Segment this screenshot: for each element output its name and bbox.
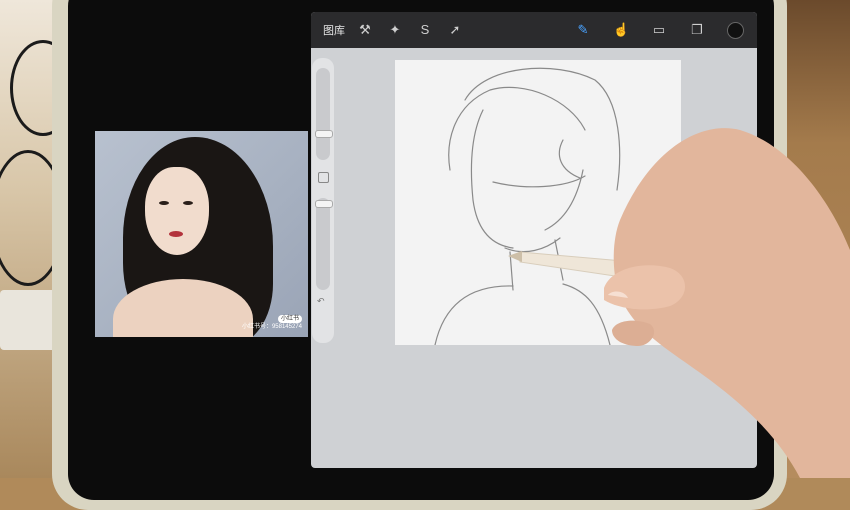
modify-button[interactable] [318,172,329,183]
eraser-icon[interactable]: ▭ [651,22,667,38]
wrench-icon[interactable]: ⚒ [357,22,373,38]
brush-icon[interactable]: ✎ [575,22,591,38]
opacity-handle[interactable] [315,200,333,208]
box [0,290,58,350]
sidebar: ↶ [312,58,334,343]
gallery-button[interactable]: 图库 [323,22,345,38]
toolbar: 图库 ⚒ ✦ S ➚ ✎ ☝ ▭ ❐ [311,12,757,48]
color-icon[interactable] [727,22,744,39]
opacity-slider[interactable] [315,198,333,290]
reference-photo[interactable]: 小红书 小红书号：958145274 [95,131,308,337]
hand-with-pencil [500,110,850,478]
smudge-icon[interactable]: ☝ [613,22,629,38]
watermark-id: 小红书号：958145274 [241,324,302,330]
watermark-badge: 小红书 [277,315,302,323]
watermark: 小红书 小红书号：958145274 [242,315,302,331]
selection-s-icon[interactable]: S [417,22,433,38]
portrait-face [145,167,209,255]
hand-svg [508,128,850,478]
brush-size-handle[interactable] [315,130,333,138]
undo-icon[interactable]: ↶ [317,296,325,307]
magic-wand-icon[interactable]: ✦ [387,22,403,38]
arrow-icon[interactable]: ➚ [447,22,463,38]
layers-icon[interactable]: ❐ [689,22,705,38]
brush-size-slider[interactable] [315,68,333,160]
